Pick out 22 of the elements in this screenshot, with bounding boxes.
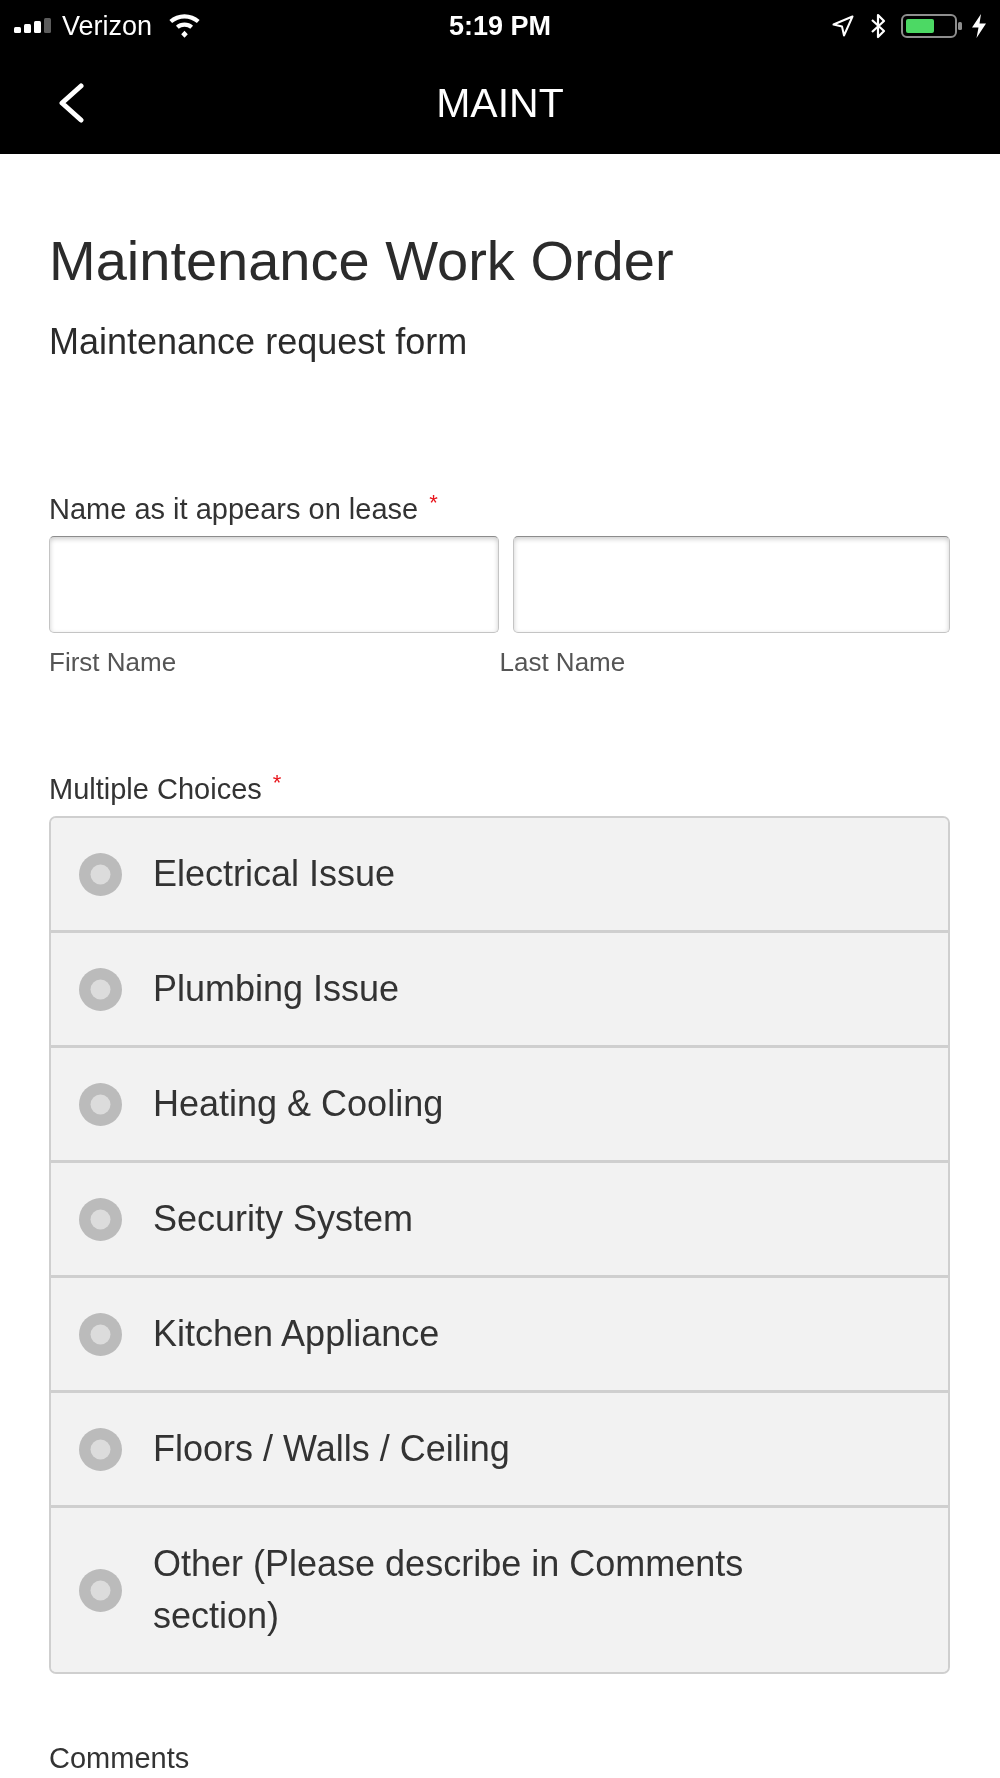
charging-bolt-icon (972, 13, 986, 38)
field-label: Name as it appears on lease (49, 492, 419, 527)
page-subtitle: Maintenance request form (49, 320, 469, 364)
signal-icon (14, 18, 54, 33)
location-arrow-icon (832, 14, 854, 37)
status-time: 5:19 PM (449, 9, 552, 42)
field-label: Comments (49, 1743, 190, 1773)
wifi-icon (168, 13, 202, 38)
field-label: Multiple Choices (49, 772, 262, 807)
battery-icon (901, 13, 962, 38)
chevron-left-icon (57, 82, 85, 123)
nav-title: MAINT (436, 78, 564, 127)
field-sublabel: First Name (49, 646, 177, 678)
required-asterisk: * (429, 491, 438, 515)
radio-option[interactable]: Other (Please describe in Comments section) (51, 1505, 948, 1672)
bluetooth-icon (870, 12, 886, 39)
text-field[interactable] (49, 536, 499, 633)
required-asterisk: * (272, 771, 282, 795)
carrier-name: Verizon (62, 9, 153, 42)
field-sublabel: Last Name (499, 646, 626, 678)
page-title: Maintenance Work Order (49, 229, 675, 293)
text-field[interactable] (512, 536, 950, 633)
